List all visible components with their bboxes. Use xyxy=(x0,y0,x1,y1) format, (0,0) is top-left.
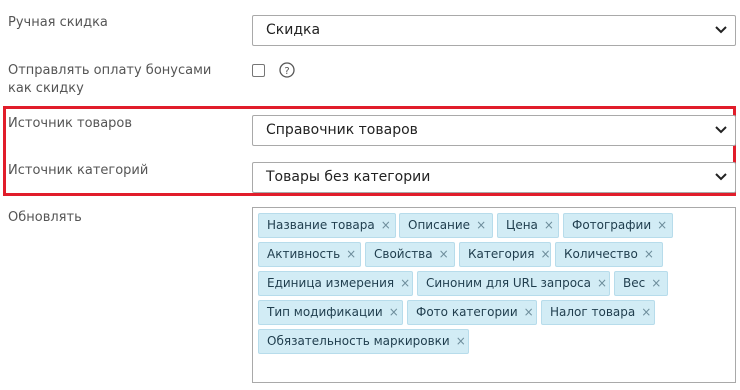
update-label: Обновлять xyxy=(8,210,82,225)
manual-discount-value: Скидка xyxy=(266,22,321,38)
tag-label: Количество xyxy=(564,247,638,261)
tag-label: Единица измерения xyxy=(267,276,395,290)
tag-label: Фотографии xyxy=(572,218,652,232)
manual-discount-select[interactable]: Скидка xyxy=(252,15,736,46)
close-icon[interactable]: × xyxy=(381,214,391,237)
tag-label: Фото категории xyxy=(416,305,518,319)
settings-form: Ручная скидка Скидка Отправлять оплату б… xyxy=(0,0,740,390)
product-source-label: Источник товаров xyxy=(8,116,133,131)
tag-photos: Фотографии × xyxy=(563,213,673,238)
tag-properties: Свойства × xyxy=(365,242,455,267)
close-icon[interactable]: × xyxy=(651,272,661,295)
category-source-value: Товары без категории xyxy=(266,169,431,185)
chevron-down-icon xyxy=(715,173,727,181)
close-icon[interactable]: × xyxy=(400,272,410,295)
tag-modification-type: Тип модификации × xyxy=(258,300,403,325)
tag-category: Категория × xyxy=(459,242,551,267)
tag-label: Описание xyxy=(408,218,471,232)
close-icon[interactable]: × xyxy=(524,301,534,324)
tag-label: Активность xyxy=(267,247,341,261)
question-circle-icon[interactable]: ? xyxy=(279,62,295,78)
tag-description: Описание × xyxy=(399,213,493,238)
tag-activity: Активность × xyxy=(258,242,361,267)
update-multiselect[interactable]: Название товара × Описание × Цена × Фотогра… xyxy=(252,207,736,383)
tag-label: Категория xyxy=(468,247,535,261)
tag-url-alias: Синоним для URL запроса × xyxy=(417,271,610,296)
close-icon[interactable]: × xyxy=(541,243,551,266)
bonus-as-discount-label: Отправлять оплату бонусами как скидку xyxy=(8,63,212,96)
tag-quantity: Количество × xyxy=(555,242,663,267)
manual-discount-label: Ручная скидка xyxy=(8,15,108,30)
tag-label: Название товара xyxy=(267,218,375,232)
tag-label: Тип модификации xyxy=(267,305,383,319)
close-icon[interactable]: × xyxy=(641,301,651,324)
close-icon[interactable]: × xyxy=(439,243,449,266)
tag-unit: Единица измерения × xyxy=(258,271,413,296)
close-icon[interactable]: × xyxy=(476,214,486,237)
close-icon[interactable]: × xyxy=(597,272,607,295)
tag-price: Цена × xyxy=(497,213,559,238)
chevron-down-icon xyxy=(715,26,727,34)
product-source-value: Справочник товаров xyxy=(266,122,418,138)
chevron-down-icon xyxy=(715,126,727,134)
tag-product-name: Название товара × xyxy=(258,213,396,238)
tag-label: Налог товара xyxy=(550,305,636,319)
help-glyph: ? xyxy=(284,66,289,77)
tag-label: Вес xyxy=(623,276,646,290)
category-source-label: Источник категорий xyxy=(8,163,149,178)
product-source-select[interactable]: Справочник товаров xyxy=(252,115,736,146)
tag-label: Синоним для URL запроса xyxy=(426,276,591,290)
close-icon[interactable]: × xyxy=(346,243,356,266)
close-icon[interactable]: × xyxy=(389,301,399,324)
tag-label: Свойства xyxy=(374,247,433,261)
tag-product-tax: Налог товара × xyxy=(541,300,655,325)
tag-category-photo: Фото категории × xyxy=(407,300,537,325)
tag-label: Обязательность маркировки xyxy=(267,334,450,348)
bonus-as-discount-checkbox[interactable] xyxy=(252,64,265,77)
close-icon[interactable]: × xyxy=(644,243,654,266)
close-icon[interactable]: × xyxy=(456,330,466,353)
close-icon[interactable]: × xyxy=(657,214,667,237)
close-icon[interactable]: × xyxy=(544,214,554,237)
category-source-select[interactable]: Товары без категории xyxy=(252,162,736,193)
tag-weight: Вес × xyxy=(614,271,668,296)
tag-label: Цена xyxy=(506,218,538,232)
tag-marking-required: Обязательность маркировки × xyxy=(258,329,469,354)
